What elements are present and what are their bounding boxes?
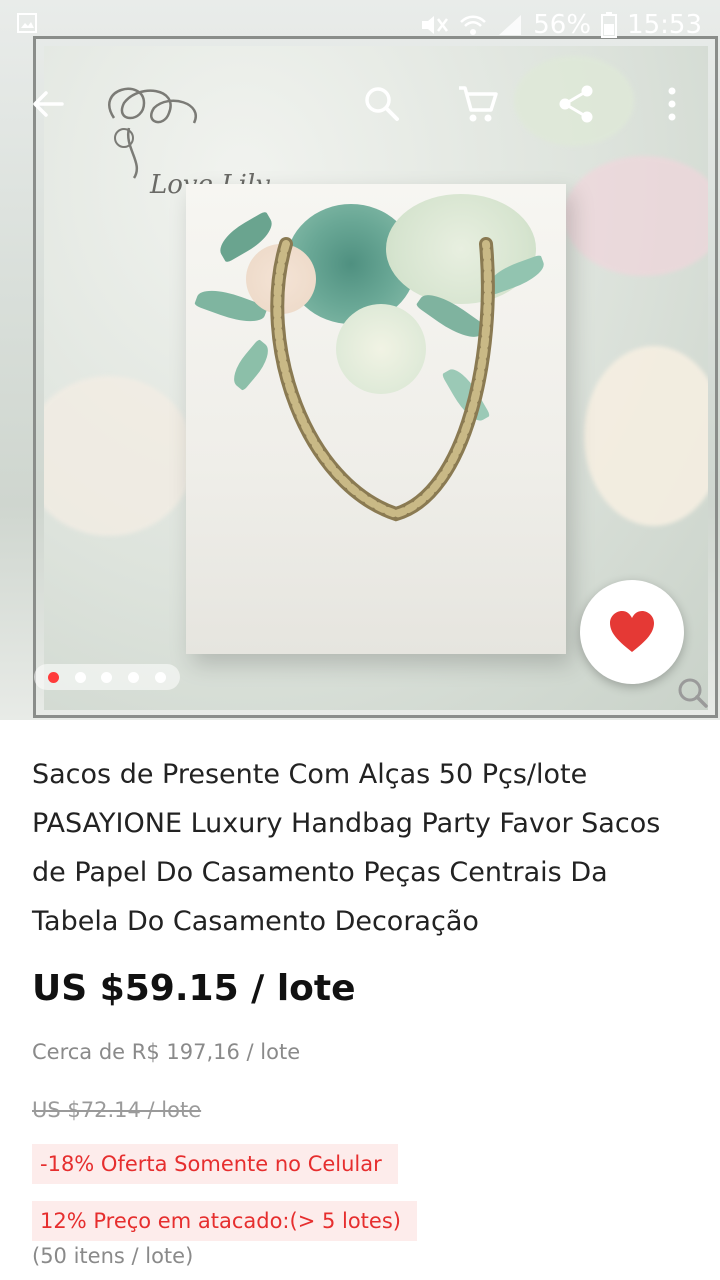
toolbar <box>0 60 720 150</box>
rope-handle <box>270 237 495 522</box>
share-icon <box>559 85 593 123</box>
back-arrow-icon <box>33 91 64 117</box>
product-price: US $59.15 / lote <box>32 968 356 1009</box>
image-pager[interactable] <box>34 664 180 690</box>
wifi-icon <box>460 15 487 35</box>
mute-icon <box>422 16 449 34</box>
units-per-lot: (50 itens / lote) <box>32 1244 194 1268</box>
zoom-icon[interactable] <box>672 672 716 716</box>
battery-percent: 56% <box>533 10 592 40</box>
original-price: US $72.14 / lote <box>32 1098 202 1122</box>
search-button[interactable] <box>342 60 422 148</box>
share-button[interactable] <box>536 60 616 148</box>
cart-icon <box>459 86 498 122</box>
pager-dot-5[interactable] <box>155 671 167 683</box>
favorite-button[interactable] <box>580 580 684 684</box>
product-title: Sacos de Presente Com Alças 50 Pçs/lote … <box>32 759 661 937</box>
cart-button[interactable] <box>438 60 518 148</box>
gift-bag <box>186 184 566 654</box>
clock: 15:53 <box>627 10 702 40</box>
signal-icon <box>499 15 522 35</box>
more-vertical-icon <box>668 87 676 121</box>
pager-dot-4[interactable] <box>128 671 140 683</box>
heart-icon <box>610 611 654 652</box>
image-icon <box>17 13 37 33</box>
approx-local-price: Cerca de R$ 197,16 / lote <box>32 1040 301 1064</box>
pager-dot-3[interactable] <box>101 671 113 683</box>
pager-dot-1[interactable] <box>47 671 59 683</box>
more-button[interactable] <box>632 60 712 148</box>
back-button[interactable] <box>8 60 88 148</box>
battery-icon <box>601 12 618 38</box>
pager-dot-2[interactable] <box>74 671 86 683</box>
search-icon <box>365 87 399 121</box>
status-bar: 56% 15:53 <box>0 0 720 50</box>
mobile-discount-badge: -18% Oferta Somente no Celular <box>32 1144 398 1184</box>
wholesale-discount-badge[interactable]: 12% Preço em atacado:(> 5 lotes) <box>32 1201 417 1241</box>
